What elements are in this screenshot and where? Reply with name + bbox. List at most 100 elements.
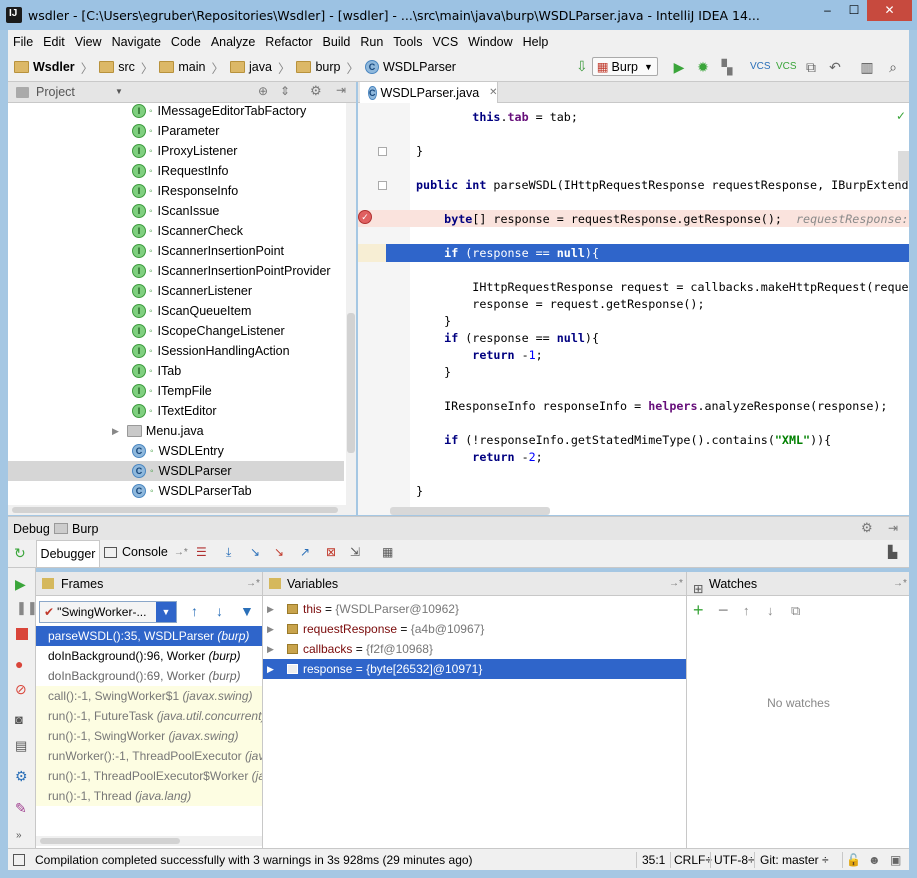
tree-item[interactable]: I ◦ IResponseInfo [8, 181, 344, 201]
tab-wsdlparser[interactable]: C WSDLParser.java ✕ [360, 82, 498, 103]
step-over-icon[interactable]: ⤓ [226, 545, 231, 560]
editor-hscrollbar[interactable] [390, 507, 550, 515]
tree-item[interactable]: I ◦ IScannerInsertionPointProvider [8, 261, 344, 281]
menu-item-edit[interactable]: Edit [38, 35, 70, 49]
project-panel-title[interactable]: Project [36, 85, 75, 99]
file-encoding[interactable]: UTF-8÷ [714, 849, 755, 871]
menu-item-help[interactable]: Help [518, 35, 554, 49]
tree-item[interactable]: I ◦ IScannerListener [8, 281, 344, 301]
pin-icon[interactable]: →* [893, 572, 907, 596]
cursor-position[interactable]: 35:1 [642, 849, 665, 871]
expand-icon[interactable]: ▶ [267, 619, 274, 639]
tree-item[interactable]: ▶ Menu.java [8, 421, 344, 441]
frame-row[interactable]: run():-1, FutureTask (java.util.concurre… [36, 706, 262, 726]
chevron-down-icon[interactable]: ▼ [115, 87, 123, 96]
hide-icon[interactable]: ⇥ [336, 83, 346, 97]
menu-item-file[interactable]: File [8, 35, 38, 49]
resume-icon[interactable]: ▶ [15, 576, 26, 593]
inspector-icon[interactable]: ☻ [868, 849, 881, 871]
arrow-down-icon[interactable]: ↓ [216, 603, 223, 619]
expand-icon[interactable]: ▶ [267, 659, 274, 679]
tree-item[interactable]: C ◦ WSDLParser [8, 461, 344, 481]
close-icon[interactable]: ✕ [489, 87, 497, 98]
tree-scrollbar[interactable] [346, 103, 356, 515]
tab-console[interactable]: Console →* [104, 545, 188, 559]
frame-row[interactable]: call():-1, SwingWorker$1 (javax.swing) [36, 686, 262, 706]
menu-item-navigate[interactable]: Navigate [107, 35, 166, 49]
breadcrumb-item[interactable]: main 〉 [159, 58, 224, 77]
debug-config-label[interactable]: Burp [72, 522, 98, 536]
hide-icon[interactable]: ⇥ [888, 521, 898, 535]
frame-row[interactable]: parseWSDL():35, WSDLParser (burp) [36, 626, 262, 646]
rerun-icon[interactable]: ↻ [14, 545, 26, 562]
build-icon[interactable]: ⇩ [576, 58, 588, 75]
expand-icon[interactable]: ▶ [112, 426, 119, 437]
force-step-into-icon[interactable]: ↘ [274, 545, 284, 559]
remove-watch-icon[interactable]: − [718, 600, 729, 621]
stop-icon[interactable] [16, 628, 28, 640]
pin-icon[interactable]: →* [669, 572, 683, 596]
run-to-cursor-icon[interactable]: ⇲ [350, 545, 360, 559]
frame-row[interactable]: doInBackground():69, Worker (burp) [36, 666, 262, 686]
collapse-icon[interactable]: ⇕ [280, 84, 290, 98]
restore-layout-icon[interactable]: ▙ [888, 545, 897, 559]
editor-scrollbar[interactable] [898, 151, 909, 181]
tab-debugger[interactable]: Debugger [36, 540, 100, 567]
frame-row[interactable]: runWorker():-1, ThreadPoolExecutor (java… [36, 746, 262, 766]
tree-item[interactable]: I ◦ IScannerCheck [8, 221, 344, 241]
tree-item[interactable]: I ◦ ITab [8, 361, 344, 381]
project-structure-icon[interactable]: ▥ [858, 58, 876, 76]
view-breakpoints-icon[interactable]: ● [15, 656, 23, 672]
status-panel-icon[interactable] [13, 854, 25, 866]
maximize-button[interactable]: ☐ [841, 0, 867, 21]
menu-item-window[interactable]: Window [463, 35, 517, 49]
pin-icon[interactable]: →* [246, 572, 260, 596]
frame-row[interactable]: run():-1, Thread (java.lang) [36, 786, 262, 806]
expand-icon[interactable]: ▶ [267, 599, 274, 619]
locate-icon[interactable]: ⊕ [258, 84, 268, 98]
tree-item[interactable]: I ◦ IScopeChangeListener [8, 321, 344, 341]
breadcrumb-item[interactable]: src 〉 [99, 58, 153, 77]
debug-icon[interactable]: ✹ [694, 58, 712, 76]
revert-icon[interactable]: ↶ [826, 58, 844, 76]
pause-icon[interactable]: ❚❚ [16, 600, 38, 616]
tree-item[interactable]: I ◦ IMessageEditorTabFactory [8, 103, 344, 121]
pin-tab-icon[interactable]: ✎ [15, 800, 27, 817]
breadcrumb-item[interactable]: C WSDLParser [365, 60, 456, 74]
step-out-icon[interactable]: ↗ [300, 545, 310, 559]
variable-row[interactable]: ▶ response = {byte[26532]@10971} [263, 659, 686, 679]
event-log-icon[interactable]: ▣ [890, 849, 901, 871]
lock-icon[interactable]: 🔓 [846, 849, 861, 871]
code-editor[interactable]: ✓ this.tab = tab; } public int parseWSDL(… [358, 103, 909, 515]
tree-item[interactable]: I ◦ IParameter [8, 121, 344, 141]
menu-item-vcs[interactable]: VCS [427, 35, 463, 49]
step-into-icon[interactable]: ↘ [250, 545, 260, 559]
vcs-update-icon[interactable]: VCS [750, 58, 771, 76]
breadcrumb-item[interactable]: burp 〉 [296, 58, 359, 77]
menu-item-run[interactable]: Run [355, 35, 388, 49]
line-separator[interactable]: CRLF÷ [674, 849, 712, 871]
variable-row[interactable]: ▶ callbacks = {f2f@10968} [263, 639, 686, 659]
close-button[interactable]: ✕ [867, 0, 912, 21]
camera-icon[interactable]: ◙ [15, 712, 23, 727]
thread-select[interactable]: ✔ "SwingWorker-... ▼ [39, 601, 177, 623]
tree-item[interactable]: C ◦ WSDLParserTab [8, 481, 344, 501]
tree-item[interactable]: I ◦ IScanQueueItem [8, 301, 344, 321]
frames-hscrollbar[interactable] [36, 836, 262, 846]
gear-icon[interactable]: ⚙ [861, 520, 873, 536]
tree-item[interactable]: I ◦ IProxyListener [8, 141, 344, 161]
frame-row[interactable]: doInBackground():96, Worker (burp) [36, 646, 262, 666]
frame-row[interactable]: run():-1, SwingWorker (javax.swing) [36, 726, 262, 746]
tree-item[interactable]: C ◦ WSDLEntry [8, 441, 344, 461]
breadcrumb-item[interactable]: Wsdler 〉 [14, 58, 93, 77]
tree-item[interactable]: I ◦ ISessionHandlingAction [8, 341, 344, 361]
tree-item[interactable]: I ◦ IScannerInsertionPoint [8, 241, 344, 261]
arrow-up-icon[interactable]: ↑ [743, 603, 750, 618]
restore-layout-icon[interactable]: ▤ [15, 738, 27, 754]
compare-icon[interactable]: ⧉ [802, 58, 820, 76]
tree-item[interactable]: I ◦ ITempFile [8, 381, 344, 401]
tree-item[interactable]: I ◦ ITextEditor [8, 401, 344, 421]
menu-item-view[interactable]: View [70, 35, 107, 49]
mute-breakpoints-icon[interactable]: ⊘ [15, 681, 27, 698]
gear-icon[interactable]: ⚙ [310, 83, 322, 99]
